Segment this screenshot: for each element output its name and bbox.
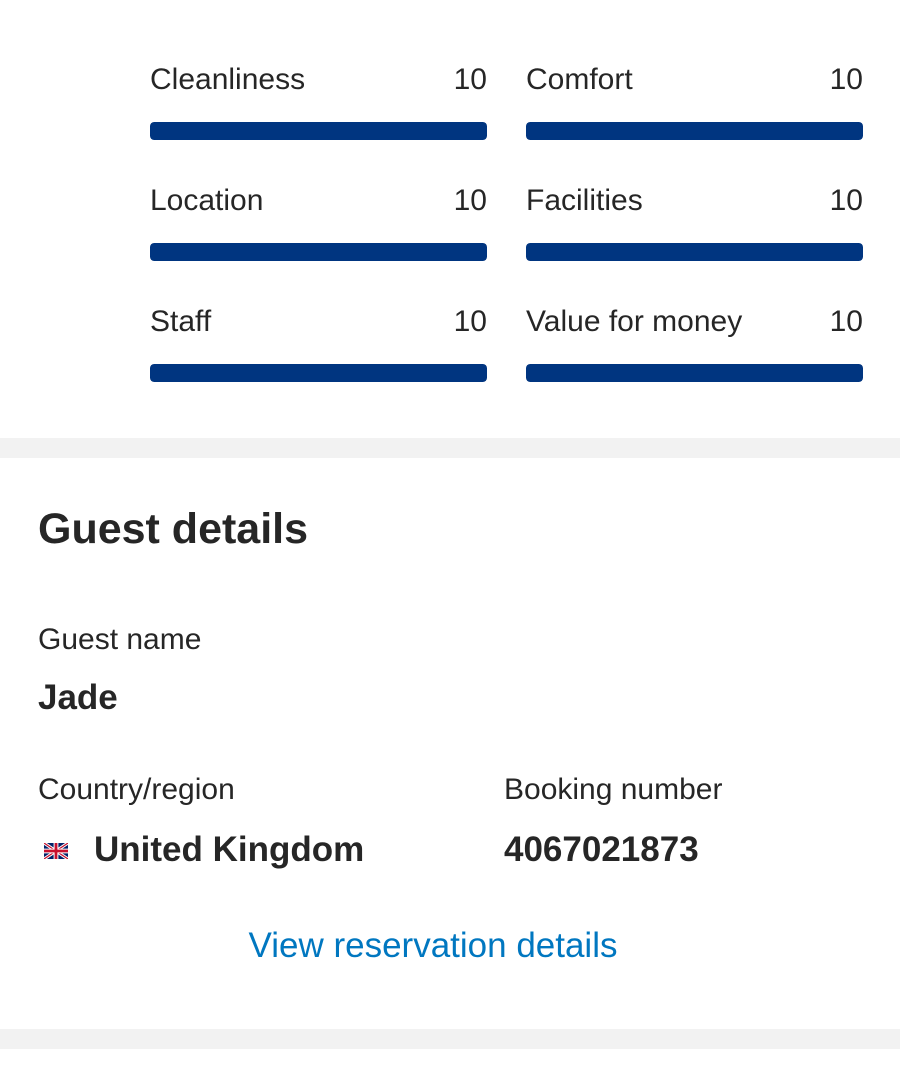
score-label: Comfort xyxy=(526,63,633,96)
score-label: Cleanliness xyxy=(150,63,306,96)
score-comfort: Comfort 10 xyxy=(526,0,863,140)
score-cleanliness: Cleanliness 10 xyxy=(150,0,487,140)
next-section xyxy=(0,1049,900,1080)
section-divider xyxy=(0,1029,900,1049)
view-reservation-details-link[interactable]: View reservation details xyxy=(0,924,866,968)
score-location: Location 10 xyxy=(150,121,487,261)
guest-name-value: Jade xyxy=(38,678,118,717)
score-bar xyxy=(150,364,487,382)
score-label: Location xyxy=(150,184,264,217)
score-label: Value for money xyxy=(526,305,743,338)
score-value: 10 xyxy=(829,305,863,338)
score-label: Staff xyxy=(150,305,212,338)
review-scores-section: Cleanliness 10 Comfort 10 Location 10 Fa… xyxy=(0,0,900,438)
uk-flag-icon xyxy=(44,843,68,859)
score-staff: Staff 10 xyxy=(150,242,487,382)
score-value: 10 xyxy=(829,63,863,96)
score-value: 10 xyxy=(829,184,863,217)
section-divider xyxy=(0,438,900,458)
score-value-for-money: Value for money 10 xyxy=(526,242,863,382)
country-label: Country/region xyxy=(38,773,235,806)
score-bar-fill xyxy=(526,364,863,382)
booking-number-value: 4067021873 xyxy=(504,830,699,869)
score-label: Facilities xyxy=(526,184,643,217)
score-facilities: Facilities 10 xyxy=(526,121,863,261)
section-title: Guest details xyxy=(38,505,309,553)
guest-name-label: Guest name xyxy=(38,623,202,656)
score-value: 10 xyxy=(453,63,487,96)
booking-number-label: Booking number xyxy=(504,773,723,806)
score-value: 10 xyxy=(453,305,487,338)
guest-details-section: Guest details Guest name Jade Country/re… xyxy=(0,458,900,1029)
score-bar-fill xyxy=(150,364,487,382)
score-bar xyxy=(526,364,863,382)
country-value: United Kingdom xyxy=(94,830,365,869)
score-value: 10 xyxy=(453,184,487,217)
